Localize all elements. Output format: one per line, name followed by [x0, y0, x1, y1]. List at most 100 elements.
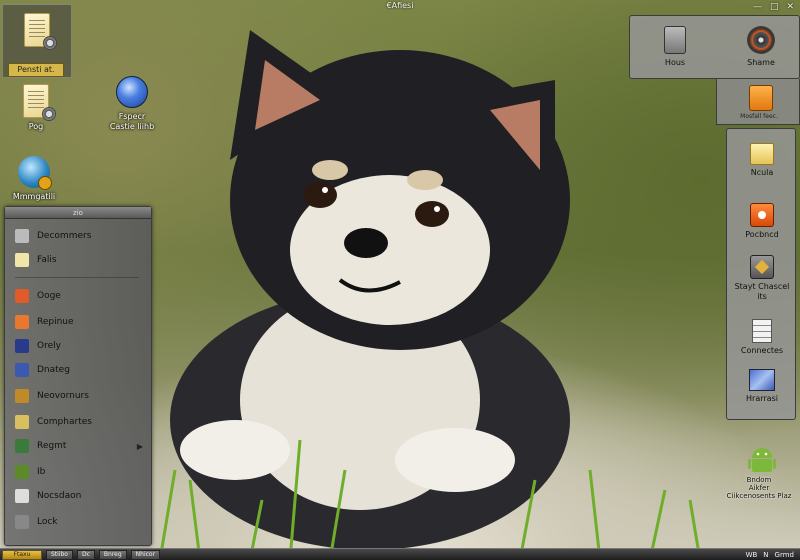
gear-icon: [43, 36, 57, 50]
start-button[interactable]: Ftaxu: [2, 549, 42, 560]
dock-item-label: Hrarrasi: [746, 394, 778, 403]
folder-icon: [750, 143, 774, 165]
menu-item-label: Falis: [37, 255, 57, 265]
menu-item-label: Orely: [37, 341, 61, 351]
close-button[interactable]: ✕: [786, 2, 794, 12]
submenu-arrow-icon: ▶: [136, 441, 143, 451]
check-icon: [15, 339, 29, 353]
menu-item-nocsdaon[interactable]: Nocsdaon: [15, 485, 143, 507]
desktop-icon-label: Pog: [28, 122, 44, 131]
window-icon: [15, 363, 29, 377]
dock-item-ncula[interactable]: Ncula: [727, 143, 797, 178]
menu-item-label: Ib: [37, 467, 46, 477]
menu-item-regmt[interactable]: Regmt ▶: [15, 435, 143, 457]
taskbar-button[interactable]: Stiibo: [46, 549, 73, 560]
envelope-icon: [15, 415, 29, 429]
panel-item-shame[interactable]: Shame: [726, 26, 796, 67]
share-icon: [750, 255, 774, 279]
selected-icon-label: Pensti at.: [8, 63, 64, 77]
taskbar: Ftaxu Stiibo Dc Bnreg Nhicor WB N Grmd: [0, 548, 800, 560]
image-icon: [15, 315, 29, 329]
menu-header: zio: [5, 207, 151, 219]
dock-item-label: Stayt Chascel its: [734, 282, 790, 301]
folder-icon: [15, 253, 29, 267]
drive-icon: [664, 26, 686, 54]
panel-item-label: Shame: [747, 58, 775, 67]
panel-item-hous[interactable]: Hous: [640, 26, 710, 67]
dock-item-hrarrasi[interactable]: Hrarrasi: [727, 369, 797, 404]
android-icon-label: Bndom Aikfer Ciikcenosents Plaz: [718, 476, 800, 500]
menu-item-dnateg[interactable]: Dnateg: [15, 359, 143, 381]
maximize-button[interactable]: □: [770, 2, 779, 12]
menu-item-lock[interactable]: Lock: [15, 511, 143, 533]
menu-item-label: Dnateg: [37, 365, 70, 375]
system-tray: WB N Grmd: [746, 551, 800, 559]
disc-icon: [747, 26, 775, 54]
application-menu: zio Decommers Falis Ooge Repinue Orely Dnateg…: [4, 206, 152, 546]
window-controls: — □ ✕: [753, 2, 794, 12]
menu-item-ooge[interactable]: Ooge: [15, 285, 143, 307]
lock-icon: [15, 515, 29, 529]
gear-icon: [42, 107, 56, 121]
taskbar-button[interactable]: Nhicor: [130, 549, 161, 560]
taskbar-button[interactable]: Dc: [76, 549, 95, 560]
dock-item-stayt[interactable]: Stayt Chascel its: [727, 255, 797, 302]
menu-item-ib[interactable]: Ib: [15, 461, 143, 483]
orange-app-label: Mosfall feec.: [740, 113, 778, 120]
desktop-icon-mm[interactable]: Mmmgatili: [0, 156, 74, 202]
menu-item-label: Regmt: [37, 441, 67, 451]
network-icon: [15, 389, 29, 403]
menu-item-repinue[interactable]: Repinue: [15, 311, 143, 333]
dock-item-connectes[interactable]: Connectes: [727, 319, 797, 356]
orange-app-tile[interactable]: Mosfall feec.: [716, 79, 800, 125]
dock-item-label: Connectes: [740, 346, 784, 355]
top-right-panel: Hous Shame: [629, 15, 800, 79]
menu-item-label: Repinue: [37, 317, 74, 327]
android-label-line3: Ciikcenosents Plaz: [726, 492, 792, 500]
selected-desktop-icon[interactable]: Pensti at.: [2, 4, 72, 78]
desktop-icon-globe[interactable]: Fspecr Castie liihb: [92, 76, 172, 132]
tray-item[interactable]: Grmd: [775, 551, 794, 559]
app-globe-icon: [18, 156, 52, 190]
menu-item-falis[interactable]: Falis: [15, 249, 143, 271]
clock-icon: [15, 489, 29, 503]
window-title: €Afiesi: [386, 1, 414, 10]
menu-item-label: Comphartes: [37, 417, 92, 427]
menu-item-label: Nocsdaon: [37, 491, 82, 501]
menu-item-neovornurs[interactable]: Neovornurs: [15, 385, 143, 407]
desktop-icon-label: Mmmgatili: [12, 192, 56, 201]
record-icon: [750, 203, 774, 227]
android-icon[interactable]: [748, 446, 776, 476]
document-icon: [23, 84, 56, 121]
taskbar-button[interactable]: Bnreg: [98, 549, 127, 560]
menu-item-label: Neovornurs: [37, 391, 89, 401]
terminal-icon: [15, 439, 29, 453]
menu-item-comphartes[interactable]: Comphartes: [15, 411, 143, 433]
app-launcher-icon: [749, 85, 773, 111]
right-dock: Ncula Pocbncd Stayt Chascel its Connecte…: [726, 128, 796, 420]
globe-icon: [116, 76, 148, 108]
tray-item[interactable]: WB: [746, 551, 758, 559]
menu-item-label: Ooge: [37, 291, 61, 301]
panel-item-label: Hous: [664, 58, 686, 67]
menu-separator: [15, 277, 139, 278]
dock-item-label: Ncula: [750, 168, 774, 177]
android-label-line2: Aikfer: [748, 484, 770, 492]
menu-item-orely[interactable]: Orely: [15, 335, 143, 357]
power-icon: [15, 229, 29, 243]
menu-item-label: Decommers: [37, 231, 92, 241]
desktop-icon-label-line2: Castie liihb: [109, 122, 155, 131]
picture-icon: [749, 369, 775, 391]
desktop-icon-pog[interactable]: Pog: [0, 84, 76, 132]
menu-item-decommers[interactable]: Decommers: [15, 225, 143, 247]
minimize-button[interactable]: —: [753, 2, 762, 12]
leaf-icon: [15, 465, 29, 479]
document-icon: [24, 13, 57, 50]
page-icon: [752, 319, 772, 343]
tray-item[interactable]: N: [763, 551, 768, 559]
dock-item-pocbncd[interactable]: Pocbncd: [727, 203, 797, 240]
android-label-line1: Bndom: [746, 476, 772, 484]
menu-item-label: Lock: [37, 517, 58, 527]
dock-item-label: Pocbncd: [745, 230, 779, 239]
desktop-icon-label-line1: Fspecr: [118, 112, 146, 121]
